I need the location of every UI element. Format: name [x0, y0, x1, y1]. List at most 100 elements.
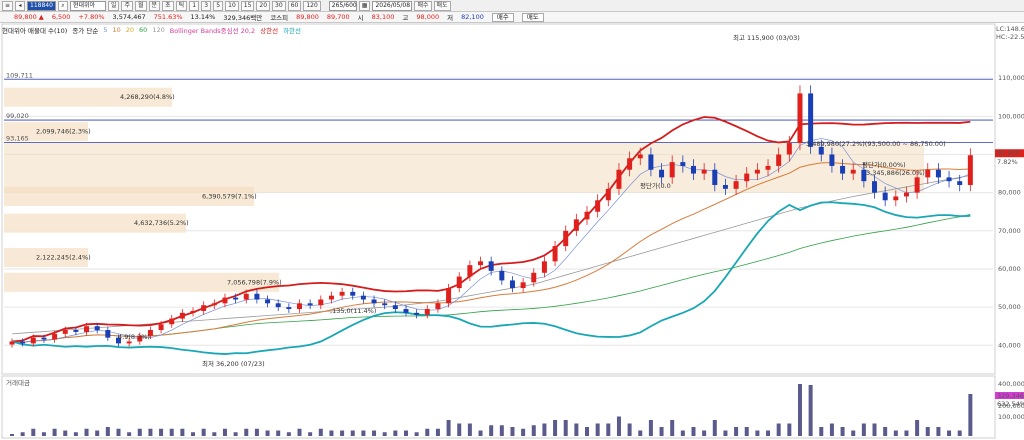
price-level-label: 93,165 — [6, 134, 29, 142]
volume-tick-label: 100,000 — [998, 413, 1024, 421]
volume-bar — [531, 425, 536, 436]
volume-bar — [137, 428, 142, 436]
avg-price-note-2: 평단가(0.00%) — [862, 160, 906, 169]
volume-bar — [467, 423, 472, 436]
volume-bar — [947, 430, 952, 436]
legend-ma5: 5 — [103, 26, 108, 34]
range-note-4: 4,9(8.3%) — [118, 333, 150, 341]
candle-body — [786, 143, 792, 155]
legend-ma60: 60 — [139, 26, 148, 34]
y-tick-label: 40,000 — [998, 341, 1021, 349]
volume-bar — [936, 427, 941, 436]
stock-chart[interactable]: 4,268,290(4.8%) 2,099,746(2.3%) 6,390,579(… — [0, 0, 1024, 440]
candle-body — [967, 155, 973, 186]
rate-tag-text: 7.82% — [997, 158, 1018, 166]
volume-bar — [606, 423, 611, 436]
candle-body — [946, 177, 952, 182]
high-note: 최고 115,900 (03/03) — [733, 33, 800, 42]
candle-body — [52, 333, 58, 340]
volume-bar — [265, 430, 270, 436]
volume-bar — [723, 430, 728, 436]
volume-rate-text: 632.54% — [997, 400, 1024, 408]
range-note-1: 3,489,980(27.2%)(93,500.00 ~ 86,750.00) — [806, 140, 946, 148]
candle-body — [552, 246, 558, 262]
volume-profile-label: 2,099,746(2.3%) — [36, 128, 91, 136]
volume-pane-title: 거래대금 — [6, 378, 30, 387]
chart-legend: 현대위아 매물대 수(10) 종가 단순 5 10 20 60 120 Boll… — [2, 25, 301, 35]
volume-bar — [553, 420, 558, 436]
volume-bar — [159, 428, 164, 436]
volume-bar — [680, 430, 685, 436]
candle-body — [659, 169, 665, 178]
candle-body — [275, 303, 281, 308]
candle-body — [392, 305, 398, 310]
candle-body — [914, 177, 920, 193]
volume-bar — [41, 432, 46, 436]
volume-bar — [744, 427, 749, 436]
candle-body — [605, 188, 611, 201]
candle-body — [488, 261, 494, 271]
candle-body — [957, 181, 963, 186]
volume-bar — [414, 432, 419, 436]
volume-bar — [670, 420, 675, 436]
legend-ma10: 10 — [112, 26, 121, 34]
volume-bar — [52, 428, 57, 436]
candle-body — [190, 310, 196, 313]
volume-bar — [393, 430, 398, 436]
y-tick-label: 70,000 — [998, 227, 1021, 235]
volume-bar — [116, 428, 121, 436]
volume-tag-text: 329,346 — [997, 392, 1024, 400]
volume-bar — [20, 432, 25, 436]
volume-bar — [829, 423, 834, 436]
volume-bar — [968, 394, 973, 436]
candle-body — [105, 330, 111, 338]
candle-body — [307, 303, 313, 306]
candle-body — [765, 165, 771, 170]
low-note: 최저 36,200 (07/23) — [202, 359, 265, 368]
candle-body — [20, 341, 26, 344]
candle-body — [733, 181, 739, 189]
candle-body — [669, 162, 675, 178]
volume-bar — [861, 423, 866, 436]
candle-body — [595, 200, 601, 212]
y-tick-label: 50,000 — [998, 303, 1021, 311]
candle-body — [637, 154, 643, 159]
candle-body — [211, 303, 217, 306]
price-tag-text: 89,800 — [997, 149, 1020, 157]
volume-profile-zone — [4, 142, 924, 193]
volume-bar — [638, 430, 643, 436]
candle-body — [797, 93, 803, 144]
legend-ma120: 120 — [152, 26, 165, 34]
hc-label: HC:-22.52 — [996, 33, 1024, 41]
volume-bar — [446, 420, 451, 436]
candle-body — [467, 265, 473, 277]
legend-title: 현대위아 매물대 수(10) — [2, 27, 68, 35]
candle-body — [680, 162, 686, 166]
candle-body — [627, 158, 633, 170]
volume-profile-label: 4,632,736(5.2%) — [134, 219, 189, 227]
volume-bar — [819, 427, 824, 436]
candle-body — [573, 219, 579, 231]
candle-body — [30, 337, 36, 344]
volume-bar — [201, 428, 206, 436]
candle-body — [424, 309, 430, 315]
volume-bar — [840, 427, 845, 436]
volume-bar — [521, 428, 526, 436]
volume-bar — [10, 434, 14, 436]
volume-bar — [893, 430, 898, 436]
candle-body — [701, 169, 707, 174]
candle-body — [882, 192, 888, 201]
volume-bar — [244, 428, 249, 436]
volume-bar — [350, 430, 355, 436]
volume-tick-label: 400,000 — [998, 380, 1024, 388]
candle-body — [893, 196, 899, 201]
volume-bar — [542, 423, 547, 436]
volume-bar — [872, 423, 877, 436]
volume-bar — [329, 430, 334, 436]
candle-body — [350, 291, 356, 296]
y-tick-label: 100,000 — [998, 112, 1024, 120]
volume-profile-label: 6,390,579(7.1%) — [202, 192, 257, 200]
candle-body — [903, 192, 909, 197]
price-level-label: 99,020 — [6, 112, 29, 120]
candle-body — [254, 293, 260, 300]
